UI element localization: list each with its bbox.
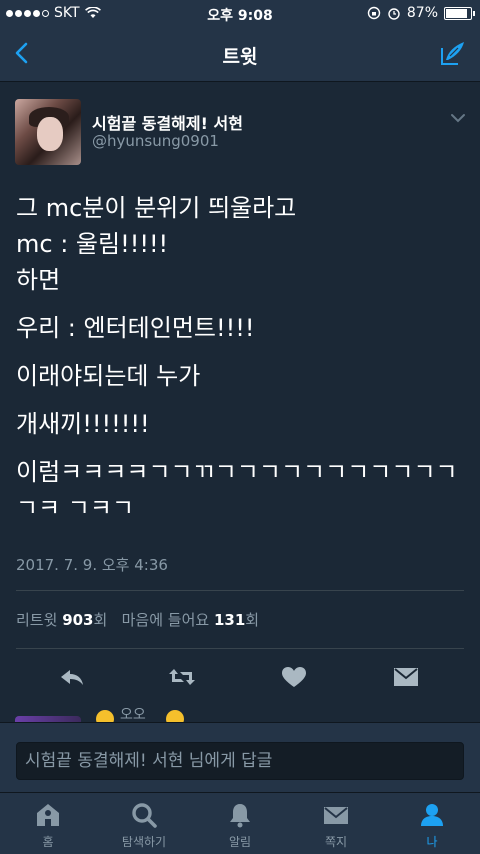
user-handle[interactable]: @hyunsung0901 — [92, 132, 219, 150]
reply-input[interactable]: 시험끝 동결해제! 서현 님에게 답글 — [16, 742, 464, 780]
tab-messages[interactable]: 쪽지 — [288, 793, 384, 854]
divider — [16, 648, 464, 649]
tweet-text: 그 mc분이 분위기 띄울라고 mc : 울림!!!!! 하면 우리 : 엔터테… — [16, 190, 466, 526]
tab-label: 탐색하기 — [121, 835, 167, 849]
tab-label: 홈 — [42, 835, 54, 849]
emoji-icon — [96, 710, 114, 722]
user-display-name[interactable]: 시험끝 동결해제! 서현 — [92, 110, 243, 134]
home-icon — [37, 804, 59, 826]
tweet-line: 하면 — [16, 266, 61, 294]
retweet-unit: 회 — [93, 611, 108, 629]
profile-icon — [421, 804, 443, 826]
reply-composer: 시험끝 동결해제! 서현 님에게 답글 — [0, 722, 480, 792]
tweet-line: mc : 울림!!!!! — [16, 230, 169, 258]
search-icon — [132, 803, 157, 828]
direct-message-icon[interactable] — [392, 665, 420, 689]
chevron-down-icon[interactable] — [450, 112, 466, 124]
status-right: 87% — [367, 5, 475, 21]
tab-me[interactable]: 나 — [384, 793, 480, 854]
tweet-line: 이럼ㅋㅋㅋㅋㄱㄱㄲㄱㄱㄱㄱㄱㄱㄱㄱㄱㄱㄱ — [16, 458, 458, 486]
status-bar: SKT 오후 9:08 87% — [0, 0, 480, 28]
battery-icon — [444, 6, 475, 20]
avatar[interactable] — [15, 99, 81, 165]
tweet-line: ㄱㅋ ㄱㅋㄱ — [16, 494, 135, 522]
tab-label: 알림 — [228, 835, 252, 849]
tweet-actions — [0, 657, 480, 697]
reply-preview[interactable]: 오오 — [0, 704, 480, 722]
retweet-count[interactable]: 903 — [62, 611, 93, 629]
tab-home[interactable]: 홈 — [0, 793, 96, 854]
tweet-line: 개새끼!!!!!!! — [16, 410, 150, 438]
navigation-bar: 트윗 — [0, 28, 480, 82]
tweet-stats: 리트윗 903회 마음에 들어요 131회 — [16, 609, 259, 630]
tab-bar: 홈 탐색하기 알림 쪽지 나 — [0, 792, 480, 854]
tab-label: 나 — [426, 835, 438, 849]
reply-icon[interactable] — [58, 665, 86, 689]
tab-notifications[interactable]: 알림 — [192, 793, 288, 854]
envelope-icon — [324, 807, 348, 824]
compose-tweet-icon[interactable] — [436, 38, 468, 70]
rotation-lock-icon — [367, 6, 381, 20]
page-title: 트윗 — [222, 46, 258, 68]
tab-search[interactable]: 탐색하기 — [96, 793, 192, 854]
tweet-timestamp: 2017. 7. 9. 오후 4:36 — [16, 556, 168, 574]
reply-preview-text: 오오 — [120, 707, 146, 722]
divider — [16, 590, 464, 591]
tweet-line: 그 mc분이 분위기 띄울라고 — [16, 194, 297, 222]
tweet-line: 우리 : 엔터테인먼트!!!! — [16, 314, 255, 342]
retweet-label[interactable]: 리트윗 — [16, 611, 57, 629]
like-label[interactable]: 마음에 들어요 — [122, 611, 210, 629]
like-count[interactable]: 131 — [214, 611, 245, 629]
tweet-line: 이래야되는데 누가 — [16, 362, 201, 390]
like-unit: 회 — [245, 611, 260, 629]
bell-icon — [230, 804, 250, 828]
alarm-icon — [388, 8, 400, 20]
tweet-detail: 시험끝 동결해제! 서현 @hyunsung0901 그 mc분이 분위기 띄울… — [0, 82, 480, 722]
emoji-icon — [166, 710, 184, 722]
battery-percent: 87% — [406, 5, 438, 21]
heart-icon[interactable] — [280, 665, 308, 689]
retweet-icon[interactable] — [168, 665, 196, 689]
tab-label: 쪽지 — [324, 835, 348, 849]
